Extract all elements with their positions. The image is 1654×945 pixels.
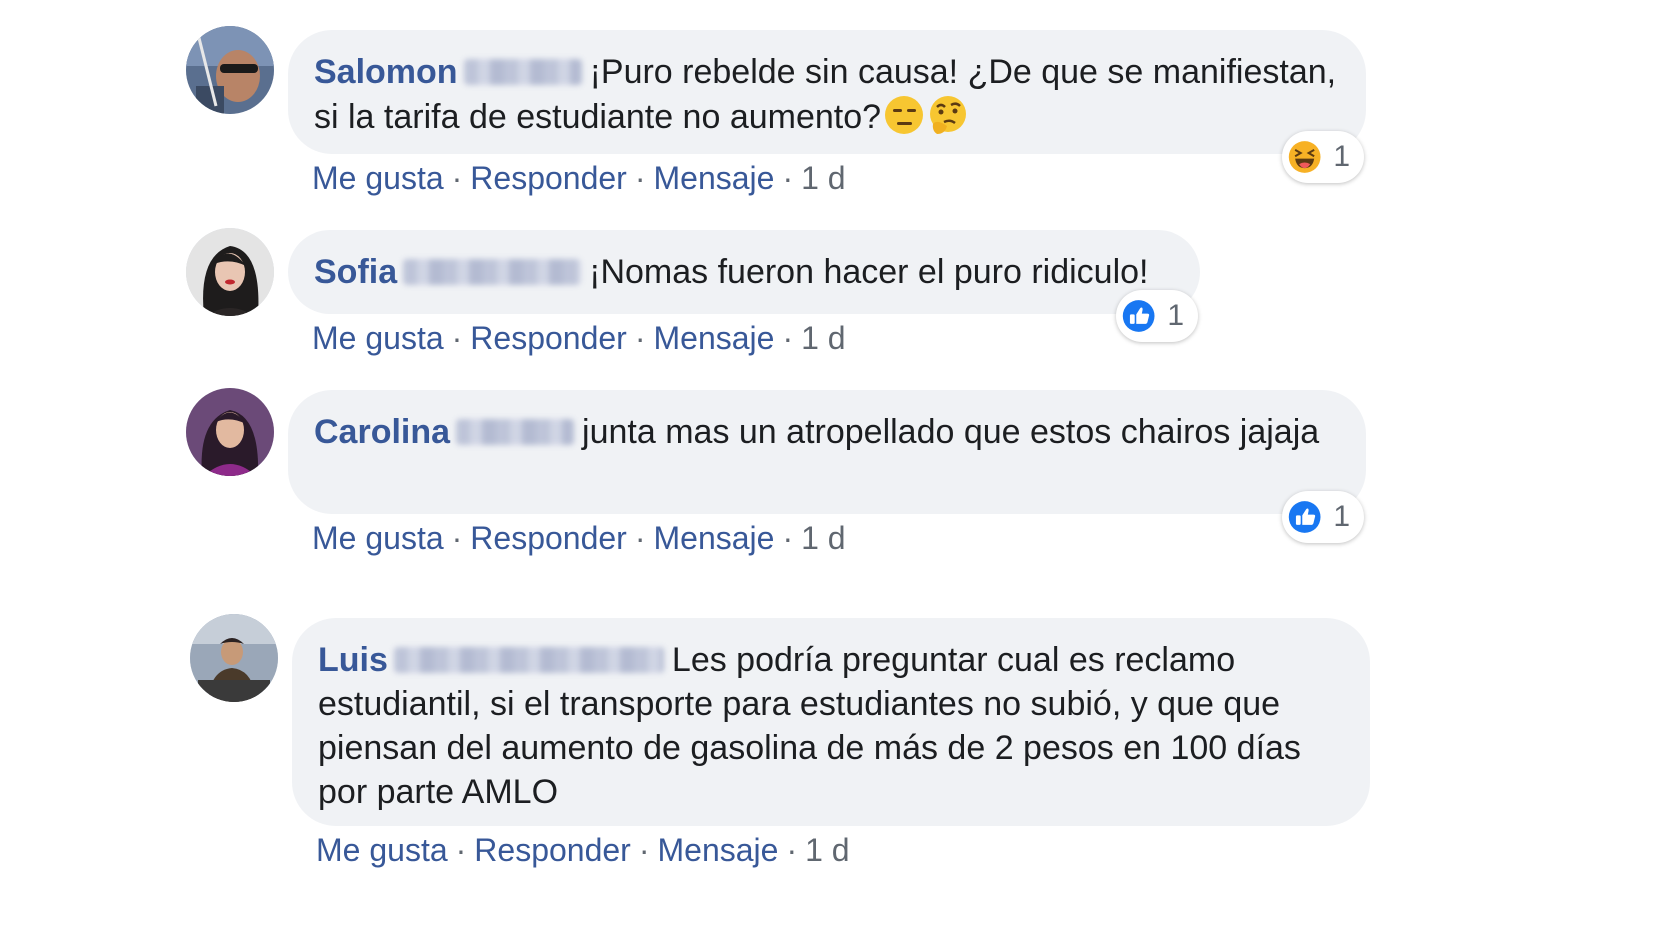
separator: · xyxy=(634,520,646,556)
reply-link[interactable]: Responder xyxy=(470,520,627,556)
reaction-count: 1 xyxy=(1167,299,1184,332)
comment-author[interactable]: Salomon xyxy=(314,53,458,91)
timestamp[interactable]: 1 d xyxy=(801,160,845,196)
like-link[interactable]: Me gusta xyxy=(316,832,448,868)
separator: · xyxy=(782,520,794,556)
haha-reaction-icon xyxy=(1288,141,1321,173)
reaction-count: 1 xyxy=(1333,500,1350,533)
redacted-name xyxy=(403,259,582,285)
message-link[interactable]: Mensaje xyxy=(653,160,774,196)
expressionless-face-emoji xyxy=(885,96,924,134)
separator: · xyxy=(786,832,798,868)
comment-bubble: Sofia ¡Nomas fueron hacer el puro ridicul… xyxy=(288,230,1200,314)
comment-actions: Me gusta · Responder · Mensaje · 1 d xyxy=(312,158,846,198)
comment-bubble: Carolina junta mas un atropellado que est… xyxy=(288,390,1366,514)
like-link[interactable]: Me gusta xyxy=(312,520,444,556)
avatar[interactable] xyxy=(186,388,274,476)
separator: · xyxy=(451,320,463,356)
comment-text: junta mas un atropellado que estos chair… xyxy=(582,413,1320,451)
avatar[interactable] xyxy=(190,614,278,702)
reaction-summary[interactable]: 1 xyxy=(1282,491,1364,543)
avatar[interactable] xyxy=(186,26,274,114)
message-link[interactable]: Mensaje xyxy=(653,320,774,356)
comment-author[interactable]: Sofia xyxy=(314,253,397,291)
separator: · xyxy=(455,832,467,868)
comment-author[interactable]: Luis xyxy=(318,641,388,679)
comment-bubble: Luis Les podría preguntar cual es reclamo… xyxy=(292,618,1370,826)
comment-actions: Me gusta · Responder · Mensaje · 1 d xyxy=(312,518,846,558)
thinking-face-emoji xyxy=(930,96,967,134)
separator: · xyxy=(638,832,650,868)
separator: · xyxy=(634,160,646,196)
reply-link[interactable]: Responder xyxy=(474,832,631,868)
reaction-count: 1 xyxy=(1333,140,1350,173)
timestamp[interactable]: 1 d xyxy=(805,832,849,868)
comment-bubble: Salomon ¡Puro rebelde sin causa! ¿De que … xyxy=(288,30,1366,154)
comment-actions: Me gusta · Responder · Mensaje · 1 d xyxy=(312,318,846,358)
timestamp[interactable]: 1 d xyxy=(801,320,845,356)
message-link[interactable]: Mensaje xyxy=(653,520,774,556)
separator: · xyxy=(782,160,794,196)
reply-link[interactable]: Responder xyxy=(470,160,627,196)
like-reaction-icon xyxy=(1288,501,1321,533)
comment-actions: Me gusta · Responder · Mensaje · 1 d xyxy=(316,830,850,870)
reaction-summary[interactable]: 1 xyxy=(1116,290,1198,342)
redacted-name xyxy=(456,419,575,445)
reply-link[interactable]: Responder xyxy=(470,320,627,356)
separator: · xyxy=(451,160,463,196)
like-link[interactable]: Me gusta xyxy=(312,320,444,356)
comment-text: ¡Nomas fueron hacer el puro ridiculo! xyxy=(589,253,1149,291)
separator: · xyxy=(782,320,794,356)
separator: · xyxy=(634,320,646,356)
redacted-name xyxy=(393,647,664,673)
reaction-summary[interactable]: 1 xyxy=(1282,131,1364,183)
redacted-name xyxy=(463,59,582,85)
avatar[interactable] xyxy=(186,228,274,316)
separator: · xyxy=(451,520,463,556)
like-link[interactable]: Me gusta xyxy=(312,160,444,196)
like-reaction-icon xyxy=(1122,300,1155,332)
timestamp[interactable]: 1 d xyxy=(801,520,845,556)
message-link[interactable]: Mensaje xyxy=(657,832,778,868)
comment-author[interactable]: Carolina xyxy=(314,413,450,451)
